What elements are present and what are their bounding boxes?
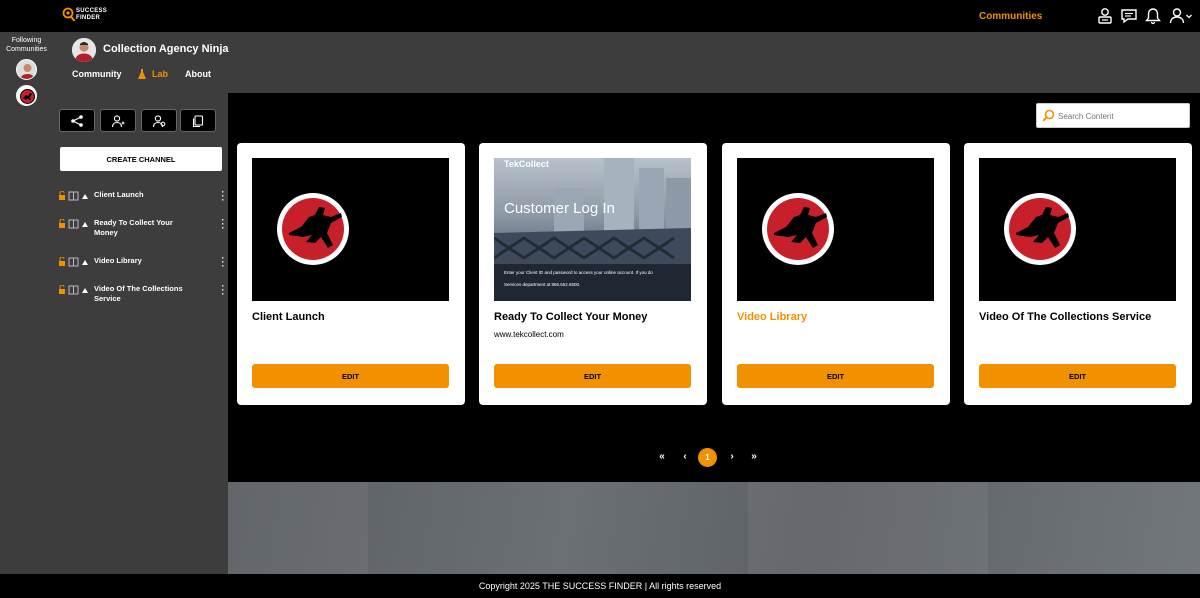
share-icon	[71, 114, 83, 127]
user-settings-icon	[152, 114, 166, 127]
channel-card[interactable]: Video Of The Collections Service EDIT	[964, 143, 1192, 405]
channel-lock-book-icons	[59, 191, 88, 201]
communities-link[interactable]: Communities	[979, 11, 1042, 22]
add-user-icon	[111, 114, 125, 127]
channel-card[interactable]: Video Library EDIT	[722, 143, 950, 405]
brand-name-line1: SUCCESS	[76, 8, 108, 14]
channel-menu-icon[interactable]: · · ·	[220, 216, 226, 233]
channel-label: Client Launch	[94, 190, 144, 199]
search-input[interactable]	[1058, 109, 1186, 123]
top-bar: SUCCESS FINDER Communities	[0, 0, 1200, 32]
brand-name-line2: FINDER	[76, 15, 101, 21]
card-thumbnail[interactable]	[979, 158, 1176, 301]
footer-copyright: Copyright 2025 THE SUCCESS FINDER | All …	[0, 574, 1200, 598]
edit-button[interactable]: EDIT	[737, 364, 934, 388]
following-communities-label: Following Communities	[6, 37, 47, 53]
user-menu-icon[interactable]	[1168, 6, 1194, 26]
channel-card[interactable]: Client Launch EDIT	[237, 143, 465, 405]
background-pane	[228, 482, 368, 574]
brand-logo[interactable]: SUCCESS FINDER	[62, 5, 112, 27]
prev-page-button[interactable]: ‹	[679, 451, 691, 462]
bell-icon[interactable]	[1143, 6, 1163, 26]
add-member-button[interactable]	[100, 109, 136, 132]
card-title[interactable]: Video Of The Collections Service	[979, 311, 1184, 323]
tekcollect-heading: Customer Log In	[504, 200, 615, 217]
share-button[interactable]	[59, 109, 95, 132]
channel-lock-book-icons	[59, 257, 88, 267]
channel-menu-icon[interactable]: · · ·	[220, 188, 226, 205]
create-channel-button[interactable]: CREATE CHANNEL	[60, 147, 222, 171]
card-thumbnail[interactable]	[252, 158, 449, 301]
tab-community[interactable]: Community	[72, 69, 122, 79]
lab-content-area: Client Launch EDIT TekCollect	[228, 93, 1200, 482]
community-name: Collection Agency Ninja	[103, 43, 229, 55]
app-root: SUCCESS FINDER Communities Following Com…	[0, 0, 1200, 598]
background-panel	[228, 482, 1200, 574]
edit-button[interactable]: EDIT	[494, 364, 691, 388]
edit-button[interactable]: EDIT	[979, 364, 1176, 388]
channel-label: Video Library	[94, 256, 142, 265]
current-page-button[interactable]: 1	[698, 448, 717, 467]
channel-label: Ready To Collect Your Money	[94, 218, 173, 237]
search-icon	[1042, 109, 1055, 122]
member-settings-button[interactable]	[141, 109, 177, 132]
card-title[interactable]: Client Launch	[252, 311, 457, 323]
channel-lock-book-icons	[59, 285, 88, 295]
copy-button[interactable]	[180, 109, 216, 132]
search-box	[1036, 103, 1190, 128]
following-communities-panel: Following Communities	[0, 32, 53, 574]
edit-button[interactable]: EDIT	[252, 364, 449, 388]
channel-sidebar: CREATE CHANNEL Client Launch · · · Ready T…	[53, 93, 228, 574]
tekcollect-logo: TekCollect	[504, 159, 549, 169]
channel-lock-book-icons	[59, 219, 88, 229]
channel-menu-icon[interactable]: · · ·	[220, 254, 226, 271]
ninja-logo-icon	[277, 193, 349, 265]
chat-icon[interactable]	[1119, 6, 1139, 26]
community-avatar[interactable]	[72, 38, 96, 62]
following-community-ninja-avatar[interactable]	[16, 85, 37, 106]
last-page-button[interactable]: »	[748, 451, 760, 462]
card-title[interactable]: Video Library	[737, 311, 942, 323]
channel-card[interactable]: TekCollect Customer Log In Enter your Cl…	[479, 143, 707, 405]
logo-magnifier-icon	[62, 7, 76, 22]
tekcollect-text-line2: Services department at 866.652.6500.	[504, 282, 581, 287]
flask-icon	[138, 69, 146, 79]
ninja-logo-icon	[762, 193, 834, 265]
tekcollect-text-line1: Enter your Client ID and password to acc…	[504, 270, 653, 275]
following-community-avatar[interactable]	[16, 59, 37, 80]
first-page-button[interactable]: «	[656, 451, 668, 462]
background-pane	[748, 482, 988, 574]
copy-icon	[192, 114, 204, 127]
card-thumbnail[interactable]: TekCollect Customer Log In Enter your Cl…	[494, 158, 691, 301]
profile-card-icon[interactable]	[1095, 6, 1115, 26]
community-header: Collection Agency Ninja Community Lab Ab…	[53, 32, 1200, 93]
channel-menu-icon[interactable]: · · ·	[220, 282, 226, 299]
next-page-button[interactable]: ›	[726, 451, 738, 462]
brand-name: SUCCESS FINDER	[76, 8, 107, 22]
card-title[interactable]: Ready To Collect Your Money	[494, 311, 699, 323]
card-thumbnail[interactable]	[737, 158, 934, 301]
card-url[interactable]: www.tekcollect.com	[494, 330, 564, 339]
tab-about[interactable]: About	[185, 69, 211, 79]
tekcollect-thumbnail-image: TekCollect Customer Log In Enter your Cl…	[494, 158, 691, 301]
channel-label: Video Of The Collections Service	[94, 284, 183, 303]
ninja-logo-icon	[1004, 193, 1076, 265]
tab-lab[interactable]: Lab	[152, 69, 168, 79]
